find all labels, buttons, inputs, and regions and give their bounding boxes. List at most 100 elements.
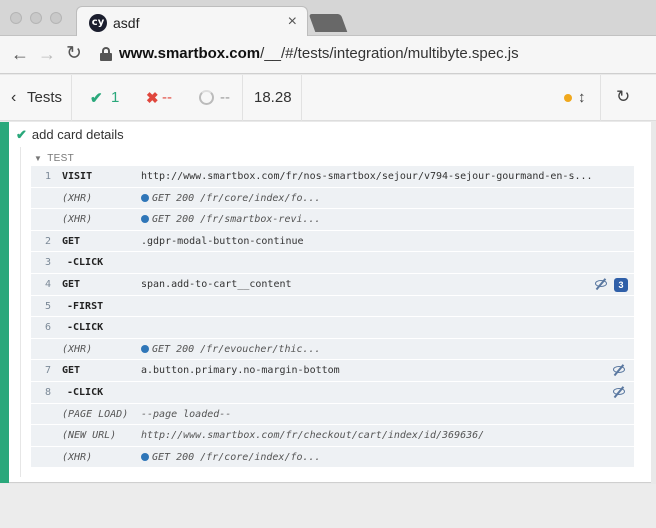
command-message-text: a.button.primary.no-margin-bottom	[141, 365, 340, 377]
command-name: (XHR)	[62, 343, 93, 355]
hook-label: TEST	[47, 153, 74, 164]
command-row[interactable]: 5 -FIRST	[31, 295, 634, 318]
rerun-icon[interactable]: ↻	[616, 87, 630, 107]
command-message: span.add-to-cart__content	[141, 279, 631, 290]
duration-value: 18.28	[254, 89, 292, 106]
command-name: VISIT	[62, 171, 93, 182]
command-number: 8	[44, 386, 51, 398]
command-row[interactable]: 7 GET a.button.primary.no-margin-bottom	[31, 360, 634, 382]
tab-title: asdf	[113, 15, 140, 31]
command-number: 4	[44, 278, 51, 290]
new-tab-button[interactable]	[308, 14, 348, 32]
lock-icon	[100, 47, 112, 61]
hook-header[interactable]: ▼ TEST	[34, 153, 74, 164]
command-name: -CLICK	[67, 386, 104, 398]
browser-titlebar: cy asdf ×	[0, 0, 656, 37]
command-row[interactable]: (XHR) GET 200 /fr/core/index/fo...	[31, 187, 634, 210]
command-row[interactable]: 8 -CLICK	[31, 381, 634, 404]
command-message: a.button.primary.no-margin-bottom	[141, 365, 631, 376]
test-title[interactable]: ✔ add card details	[16, 127, 124, 143]
command-name: -CLICK	[67, 257, 104, 269]
command-message-text: http://www.smartbox.com/fr/nos-smartbox/…	[141, 171, 593, 182]
command-row[interactable]: (XHR) GET 200 /fr/core/index/fo...	[31, 446, 634, 469]
command-name: (PAGE LOAD)	[62, 408, 129, 420]
running-status-dot	[564, 94, 572, 102]
reload-icon[interactable]: ↻	[66, 44, 82, 64]
xhr-status-dot-icon	[141, 452, 149, 461]
reporter-header: ‹ Tests ✔ 1 ✖ -- -- 18.28	[0, 75, 656, 121]
xhr-status-dot-icon	[141, 215, 149, 224]
command-message-text: GET 200 /fr/evoucher/thic...	[152, 343, 321, 355]
window-zoom-button[interactable]	[50, 12, 62, 24]
command-row[interactable]: (NEW URL) http://www.smartbox.com/fr/chec…	[31, 425, 634, 447]
command-message-text: --page loaded--	[141, 408, 232, 420]
back-arrow-icon[interactable]: ←	[11, 44, 29, 64]
command-message-text: .gdpr-modal-button-continue	[141, 235, 304, 247]
command-message: GET 200 /fr/evoucher/thic...	[141, 344, 631, 355]
window-close-button[interactable]	[10, 12, 22, 24]
command-message-text: GET 200 /fr/smartbox-revi...	[152, 214, 321, 226]
command-number: 6	[44, 322, 51, 334]
forward-arrow-icon[interactable]: →	[38, 44, 56, 64]
caret-down-icon: ▼	[34, 154, 43, 163]
command-row[interactable]: 4 GET span.add-to-cart__content 3	[31, 273, 634, 296]
command-number: 2	[44, 235, 51, 247]
browser-navbar: ← → ↻ www.smartbox.com/__/#/tests/integr…	[0, 36, 656, 74]
command-number: 1	[44, 171, 51, 182]
command-message: GET 200 /fr/smartbox-revi...	[141, 214, 631, 225]
passed-count: 1	[111, 89, 120, 106]
command-message-text: GET 200 /fr/core/index/fo...	[152, 451, 321, 463]
command-name: (NEW URL)	[62, 430, 117, 442]
command-name: -CLICK	[67, 322, 104, 334]
address-bar[interactable]: www.smartbox.com/__/#/tests/integration/…	[119, 45, 519, 62]
tests-label: Tests	[27, 89, 63, 106]
failed-x-icon: ✖	[146, 90, 159, 107]
command-row[interactable]: 3 -CLICK	[31, 252, 634, 274]
command-message: http://www.smartbox.com/fr/checkout/cart…	[141, 430, 631, 441]
command-row[interactable]: (XHR) GET 200 /fr/smartbox-revi...	[31, 209, 634, 231]
pending-circle-icon	[199, 90, 214, 105]
command-row[interactable]: (PAGE LOAD) --page loaded--	[31, 403, 634, 426]
command-message: GET 200 /fr/core/index/fo...	[141, 193, 631, 204]
command-number: 5	[44, 300, 51, 312]
command-number: 7	[44, 365, 51, 377]
command-name: GET	[62, 278, 81, 290]
test-title-text: add card details	[31, 127, 124, 142]
window-minimize-button[interactable]	[30, 12, 42, 24]
command-row[interactable]: 1 VISIT http://www.smartbox.com/fr/nos-sma…	[31, 166, 634, 188]
chevron-left-icon: ‹	[11, 89, 17, 106]
command-name: -FIRST	[67, 300, 104, 312]
test-pass-check-icon: ✔	[16, 127, 27, 142]
command-row[interactable]: 2 GET .gdpr-modal-button-continue	[31, 230, 634, 253]
command-message: GET 200 /fr/core/index/fo...	[141, 452, 631, 463]
tab-close-icon[interactable]: ×	[288, 13, 297, 31]
cypress-favicon-icon: cy	[89, 14, 107, 32]
element-count-badge: 3	[614, 277, 628, 292]
browser-tab[interactable]: cy asdf ×	[76, 6, 308, 37]
command-row[interactable]: 6 -CLICK	[31, 317, 634, 339]
command-message: http://www.smartbox.com/fr/nos-smartbox/…	[141, 171, 631, 182]
command-message-text: span.add-to-cart__content	[141, 278, 292, 290]
command-message: .gdpr-modal-button-continue	[141, 236, 631, 247]
pass-indicator-bar	[0, 122, 9, 483]
tests-back-button[interactable]: ‹ Tests	[0, 75, 72, 121]
header-divider	[600, 75, 601, 121]
app-footer-area	[0, 484, 656, 528]
hidden-element-eye-icon	[612, 364, 626, 377]
command-number: 3	[44, 257, 51, 269]
command-log: 1 VISIT http://www.smartbox.com/fr/nos-sma…	[31, 166, 634, 469]
hook-guide-line	[20, 147, 21, 477]
pending-count: --	[220, 89, 230, 106]
hidden-element-eye-icon	[612, 386, 626, 398]
auto-scroll-icon[interactable]: ↕	[578, 89, 586, 106]
xhr-status-dot-icon	[141, 344, 149, 353]
command-message-text: GET 200 /fr/core/index/fo...	[152, 192, 321, 204]
command-name: GET	[62, 235, 81, 247]
command-name: (XHR)	[62, 192, 93, 204]
url-path: /__/#/tests/integration/multibyte.spec.j…	[260, 45, 519, 62]
hidden-element-eye-icon	[594, 278, 608, 290]
passed-check-icon: ✔	[90, 90, 103, 107]
command-name: GET	[62, 365, 81, 377]
command-name: (XHR)	[62, 451, 93, 463]
command-row[interactable]: (XHR) GET 200 /fr/evoucher/thic...	[31, 338, 634, 361]
